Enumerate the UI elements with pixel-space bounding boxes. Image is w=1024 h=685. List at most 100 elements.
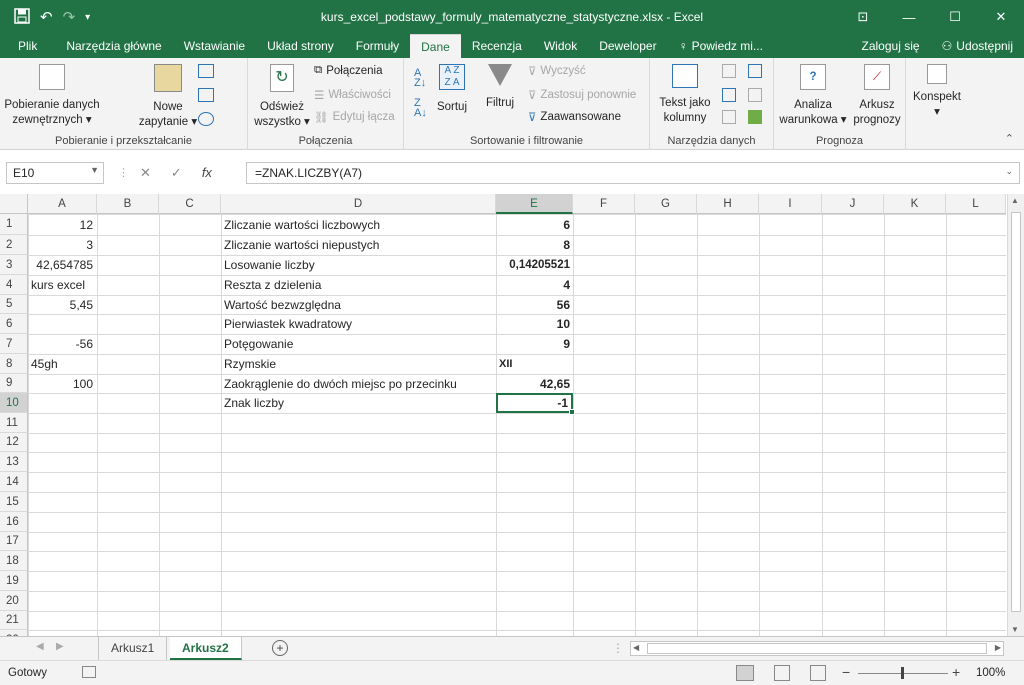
close-icon[interactable]: ✕ — [978, 0, 1024, 34]
column-header-H[interactable]: H — [697, 194, 759, 214]
new-sheet-icon[interactable]: + — [272, 640, 288, 656]
cell-D10[interactable]: Znak liczby — [221, 393, 496, 413]
row-header-13[interactable]: 13 — [0, 452, 28, 472]
tab-insert[interactable]: Wstawianie — [173, 34, 256, 58]
forecast-sheet-button[interactable]: ⟋ Arkusz prognozy — [850, 64, 904, 128]
row-header-20[interactable]: 20 — [0, 591, 28, 611]
outline-button[interactable]: Konspekt ▾ — [908, 64, 966, 120]
zoom-slider-thumb[interactable] — [901, 667, 904, 679]
cell-A5[interactable]: 5,45 — [28, 295, 96, 315]
cell-E2[interactable]: 8 — [496, 235, 573, 255]
cell-A3[interactable]: 42,654785 — [28, 255, 96, 275]
zoom-slider[interactable] — [858, 667, 948, 679]
connections-button[interactable]: ⧉ Połączenia — [314, 64, 382, 77]
column-header-I[interactable]: I — [759, 194, 822, 214]
row-header-11[interactable]: 11 — [0, 413, 28, 433]
column-header-E[interactable]: E — [496, 194, 573, 214]
advanced-filter-button[interactable]: ⊽ Zaawansowane — [528, 110, 621, 124]
cell-E3[interactable]: 0,14205521 — [496, 255, 573, 275]
zoom-out-icon[interactable]: − — [842, 664, 850, 680]
data-validation-icon[interactable] — [722, 110, 736, 124]
column-header-F[interactable]: F — [573, 194, 635, 214]
tab-data[interactable]: Dane — [410, 34, 461, 58]
scroll-down-icon[interactable]: ▼ — [1011, 625, 1019, 634]
redo-icon[interactable]: ↷ — [63, 8, 76, 26]
sort-button[interactable]: A ZZ A Sortuj — [432, 64, 472, 115]
column-header-B[interactable]: B — [97, 194, 159, 214]
column-header-D[interactable]: D — [221, 194, 496, 214]
consolidate-icon[interactable] — [748, 64, 762, 78]
cell-A9[interactable]: 100 — [28, 374, 96, 394]
collapse-ribbon-icon[interactable]: ⌃ — [1005, 132, 1014, 145]
sheet-tab-arkusz1[interactable]: Arkusz1 — [98, 637, 168, 660]
vertical-scrollbar[interactable]: ▲ ▼ — [1007, 194, 1024, 636]
show-queries-icon[interactable] — [198, 64, 214, 78]
cell-D5[interactable]: Wartość bezwzględna — [221, 295, 496, 315]
fill-handle[interactable] — [569, 409, 575, 415]
worksheet-grid[interactable]: ABCDEFGHIJKL 1 2 3 4 5 6 7 8 9 10 11 12 13 14 15 16 17 18… — [0, 194, 1024, 636]
cell-D9[interactable]: Zaokrąglenie do dwóch miejsc po przecink… — [221, 374, 496, 394]
select-all-corner[interactable] — [0, 194, 28, 214]
undo-icon[interactable]: ↶ — [40, 8, 53, 26]
cell-A2[interactable]: 3 — [28, 235, 96, 255]
macro-record-icon[interactable] — [82, 666, 96, 678]
cell-E6[interactable]: 10 — [496, 314, 573, 334]
cell-A1[interactable]: 12 — [28, 215, 96, 235]
insert-function-icon[interactable]: fx — [202, 165, 212, 181]
tab-formulas[interactable]: Formuły — [345, 34, 410, 58]
scroll-up-icon[interactable]: ▲ — [1011, 196, 1019, 205]
cell-D4[interactable]: Reszta z dzielenia — [221, 275, 496, 295]
maximize-icon[interactable]: ☐ — [932, 0, 978, 34]
column-header-K[interactable]: K — [884, 194, 946, 214]
cell-A7[interactable]: -56 — [28, 334, 96, 354]
customize-icon[interactable]: ▾ — [85, 12, 90, 23]
remove-duplicates-icon[interactable] — [722, 88, 736, 102]
signin-link[interactable]: Zaloguj się — [851, 34, 931, 58]
data-model-icon[interactable] — [748, 110, 762, 124]
row-header-10[interactable]: 10 — [0, 393, 28, 413]
column-header-L[interactable]: L — [946, 194, 1006, 214]
row-header-3[interactable]: 3 — [0, 255, 28, 275]
edit-links-button[interactable]: ⛓ Edytuj łącza — [314, 110, 395, 124]
prev-sheet-icon[interactable]: ◀ — [36, 641, 44, 652]
row-header-9[interactable]: 9 — [0, 374, 28, 393]
tab-page-layout[interactable]: Układ strony — [256, 34, 345, 58]
cell-A8[interactable]: 45gh — [28, 354, 96, 374]
hscroll-left-icon[interactable]: ◀ — [633, 643, 639, 652]
cell-E8[interactable]: XII — [496, 354, 573, 374]
row-header-1[interactable]: 1 — [0, 214, 28, 235]
cancel-icon[interactable]: ✕ — [140, 165, 151, 181]
sheet-tab-arkusz2[interactable]: Arkusz2 — [170, 637, 242, 660]
row-header-2[interactable]: 2 — [0, 235, 28, 255]
filter-button[interactable]: Filtruj — [480, 64, 520, 111]
from-table-icon[interactable] — [198, 88, 214, 102]
cell-D2[interactable]: Zliczanie wartości niepustych — [221, 235, 496, 255]
row-header-5[interactable]: 5 — [0, 295, 28, 314]
row-header-14[interactable]: 14 — [0, 472, 28, 492]
hscroll-right-icon[interactable]: ▶ — [995, 643, 1001, 652]
enter-icon[interactable]: ✓ — [171, 165, 182, 181]
row-header-16[interactable]: 16 — [0, 512, 28, 532]
row-header-12[interactable]: 12 — [0, 433, 28, 452]
what-if-analysis-button[interactable]: ? Analiza warunkowa ▾ — [778, 64, 848, 128]
cell-A4[interactable]: kurs excel — [28, 275, 96, 295]
cell-D3[interactable]: Losowanie liczby — [221, 255, 496, 275]
normal-view-icon[interactable] — [736, 665, 754, 681]
cell-E4[interactable]: 4 — [496, 275, 573, 295]
cell-D7[interactable]: Potęgowanie — [221, 334, 496, 354]
column-header-G[interactable]: G — [635, 194, 697, 214]
tell-me-search[interactable]: ♀ Powiedz mi... — [668, 34, 774, 58]
row-header-17[interactable]: 17 — [0, 532, 28, 551]
tab-view[interactable]: Widok — [533, 34, 588, 58]
row-header-4[interactable]: 4 — [0, 275, 28, 295]
properties-button[interactable]: ☰ Właściwości — [314, 88, 391, 102]
horizontal-scrollbar[interactable]: ◀ ▶ — [630, 641, 1004, 656]
tab-file[interactable]: Plik — [0, 34, 55, 58]
minimize-icon[interactable]: — — [886, 0, 932, 34]
sort-za-icon[interactable]: Z A↓ — [414, 98, 427, 119]
row-header-8[interactable]: 8 — [0, 354, 28, 374]
row-header-15[interactable]: 15 — [0, 492, 28, 512]
row-header-18[interactable]: 18 — [0, 551, 28, 571]
flash-fill-icon[interactable] — [722, 64, 736, 78]
tab-home[interactable]: Narzędzia główne — [55, 34, 172, 58]
